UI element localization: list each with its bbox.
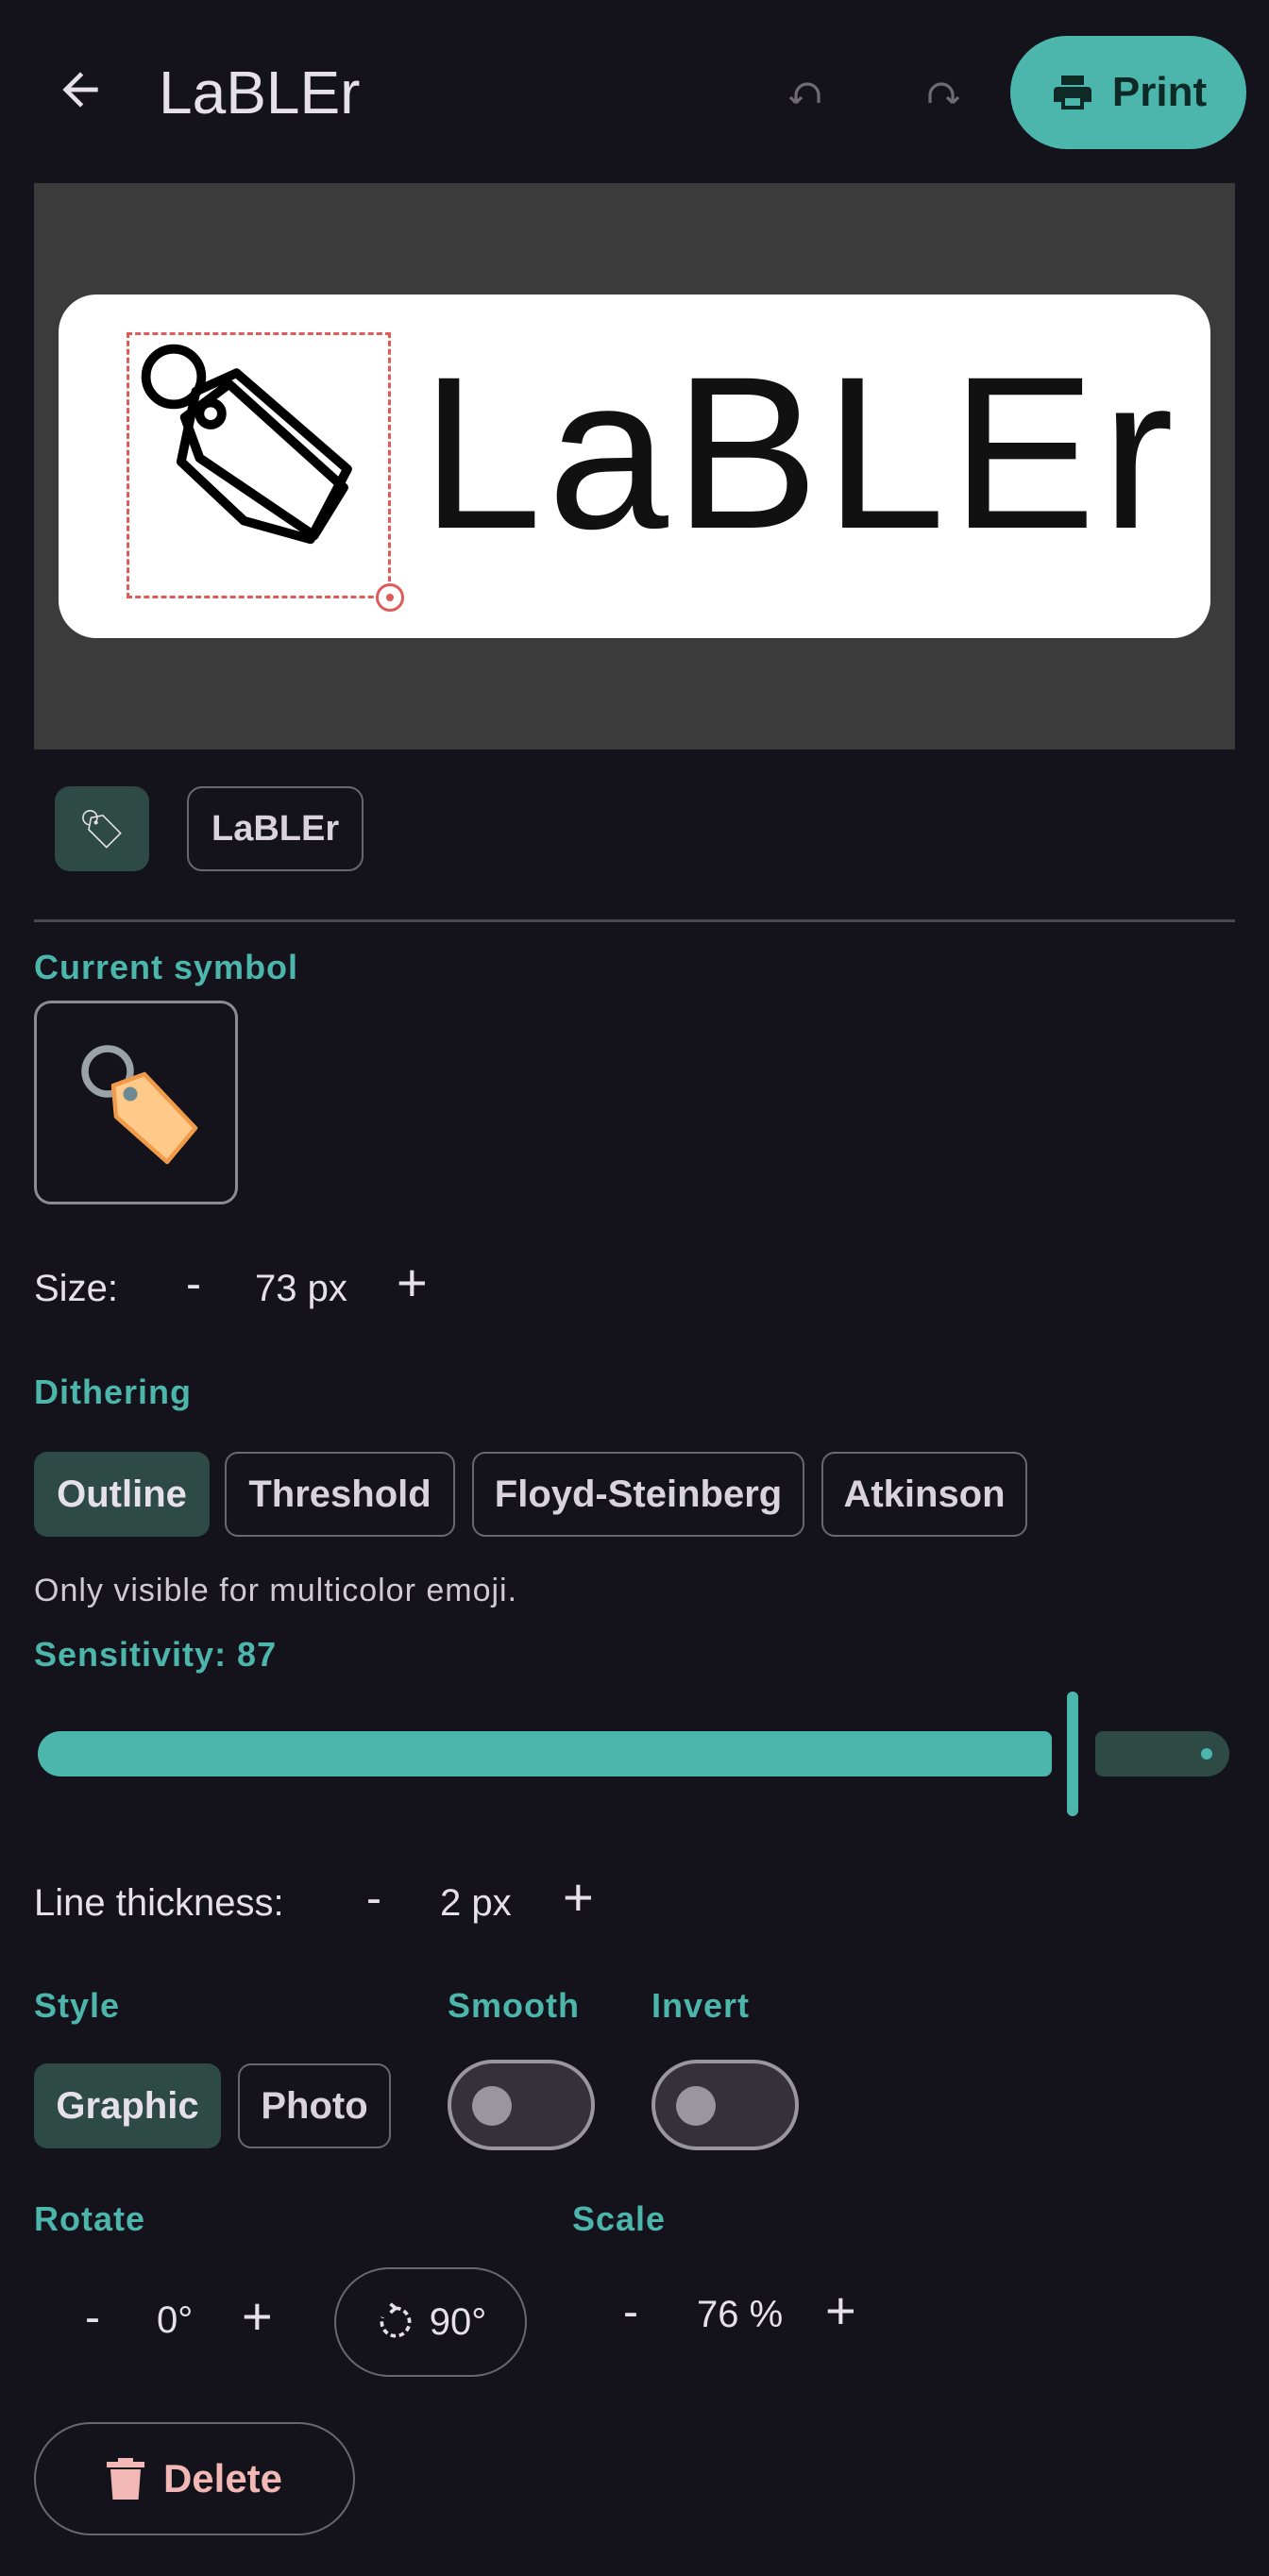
- smooth-label: Smooth: [448, 1986, 580, 2025]
- print-button[interactable]: Print: [1010, 36, 1246, 149]
- app-title: LaBLEr: [159, 59, 361, 126]
- tag-emoji-icon: 🏷: [77, 808, 127, 850]
- invert-label: Invert: [651, 1986, 751, 2025]
- rotate-value: 0°: [157, 2299, 194, 2341]
- slider-stop-indicator: [1201, 1748, 1212, 1759]
- line-thickness-increase-button[interactable]: +: [563, 1866, 594, 1928]
- print-label: Print: [1111, 69, 1208, 115]
- back-button[interactable]: [38, 47, 123, 132]
- dithering-label: Dithering: [34, 1372, 192, 1411]
- dithering-option-floyd-steinberg[interactable]: Floyd-Steinberg: [472, 1452, 804, 1537]
- tag-emoji-icon: [81, 1045, 198, 1165]
- dithering-option-outline[interactable]: Outline: [34, 1452, 210, 1537]
- rotate-90-label: 90°: [429, 2300, 487, 2343]
- selected-symbol-frame[interactable]: [127, 332, 391, 598]
- dithering-option-threshold[interactable]: Threshold: [225, 1452, 455, 1537]
- rotate-label: Rotate: [34, 2199, 146, 2238]
- tag-outline-icon: [141, 344, 352, 545]
- line-thickness-decrease-button[interactable]: -: [366, 1873, 381, 1925]
- dithering-option-atkinson[interactable]: Atkinson: [821, 1452, 1027, 1537]
- rotate-increase-button[interactable]: +: [242, 2285, 273, 2347]
- rotate-90-button[interactable]: 90°: [334, 2267, 527, 2377]
- scale-increase-button[interactable]: +: [825, 2280, 856, 2341]
- rotate-decrease-button[interactable]: -: [85, 2292, 100, 2344]
- current-symbol-label: Current symbol: [34, 948, 299, 986]
- element-chip-symbol[interactable]: 🏷: [55, 786, 149, 871]
- undo-icon: [788, 82, 821, 105]
- label-text-element[interactable]: LaBLEr: [421, 335, 1179, 571]
- toggle-knob: [676, 2086, 716, 2126]
- resize-handle[interactable]: [376, 583, 404, 612]
- sensitivity-slider-track-active[interactable]: [38, 1731, 1052, 1776]
- size-decrease-button[interactable]: -: [179, 1258, 208, 1310]
- scale-label: Scale: [572, 2199, 667, 2238]
- redo-icon: [928, 82, 960, 105]
- printer-icon: [1053, 76, 1091, 109]
- toggle-knob: [472, 2086, 512, 2126]
- scale-decrease-button[interactable]: -: [623, 2286, 638, 2338]
- dithering-hint: Only visible for multicolor emoji.: [34, 1573, 518, 1608]
- divider: [34, 919, 1235, 922]
- smooth-toggle[interactable]: [448, 2060, 595, 2150]
- delete-button[interactable]: Delete: [34, 2422, 355, 2535]
- line-thickness-value: 2 px: [440, 1882, 512, 1924]
- style-option-photo[interactable]: Photo: [238, 2063, 391, 2148]
- size-label: Size:: [34, 1268, 118, 1309]
- line-thickness-label: Line thickness:: [34, 1882, 284, 1924]
- current-symbol-button[interactable]: [34, 1001, 238, 1204]
- scale-value: 76 %: [697, 2294, 784, 2335]
- rotate-icon: [380, 2302, 412, 2338]
- size-value: 73 px: [255, 1268, 347, 1309]
- trash-icon: [106, 2458, 144, 2500]
- delete-label: Delete: [162, 2456, 283, 2500]
- arrow-back-icon: [62, 72, 98, 108]
- undo-button[interactable]: [774, 66, 840, 132]
- redo-button[interactable]: [908, 66, 974, 132]
- style-label: Style: [34, 1986, 121, 2025]
- invert-toggle[interactable]: [651, 2060, 799, 2150]
- sensitivity-label: Sensitivity: 87: [34, 1635, 278, 1674]
- size-increase-button[interactable]: +: [397, 1252, 428, 1313]
- style-option-graphic[interactable]: Graphic: [34, 2063, 221, 2148]
- element-chip-text[interactable]: LaBLEr: [187, 786, 364, 871]
- sensitivity-slider-thumb[interactable]: [1067, 1692, 1078, 1816]
